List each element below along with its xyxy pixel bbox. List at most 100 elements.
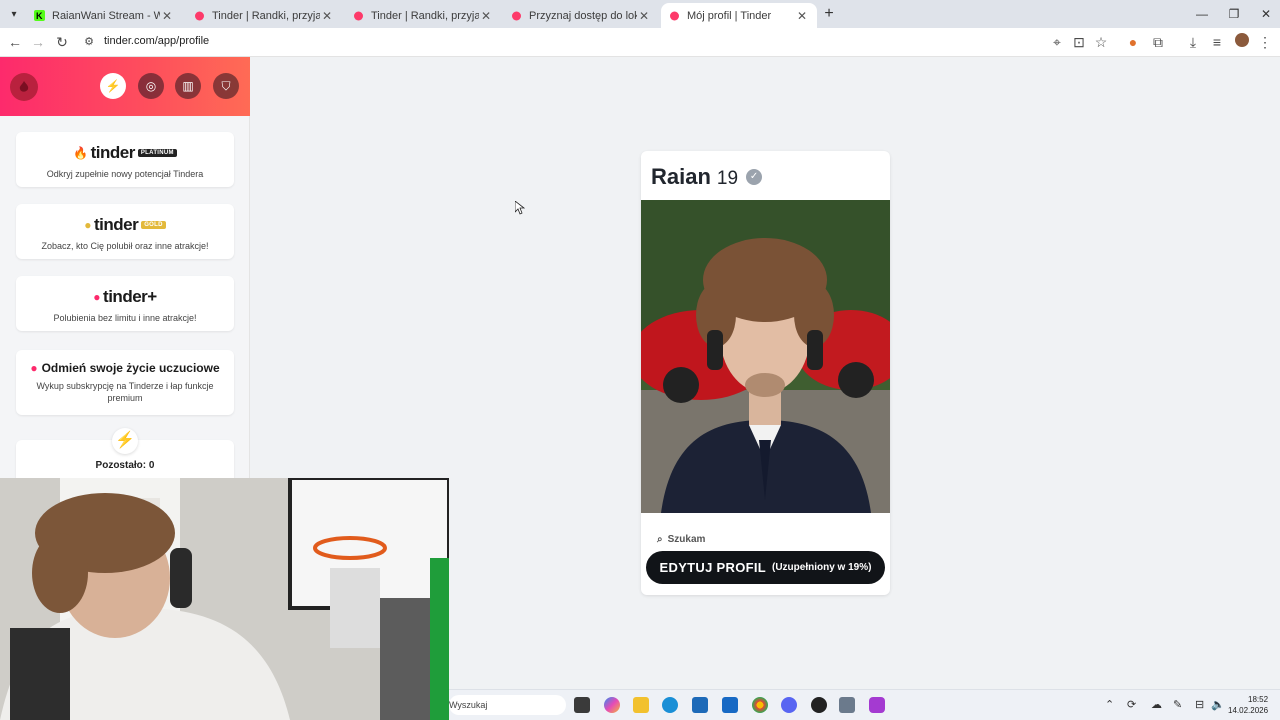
tab-title: Mój profil | Tinder [687,9,772,22]
flame-icon: 🔥 [73,146,88,160]
bookmark-star-icon[interactable]: ☆ [1092,33,1110,51]
chrome-icon[interactable] [752,697,768,713]
minimize-icon[interactable]: — [1192,5,1212,23]
tab-close-icon[interactable]: ✕ [160,9,174,23]
tinder-flame-icon [512,11,521,21]
user-avatar[interactable] [10,73,38,101]
tray-chevron-icon[interactable]: ⌃ [1105,698,1114,711]
looking-for-row[interactable]: ⌕ Szukam [657,534,705,545]
site-info-icon[interactable]: ⚙ [80,33,98,51]
camera-icon[interactable] [839,697,855,713]
boost-remaining: Pozostało: 0 [95,460,155,471]
edge-browser-icon[interactable] [662,697,678,713]
tab-location-permission[interactable]: Przyznaj dostęp do lokalizacji u ✕ [503,3,659,28]
taskbar-clock[interactable]: 18:52 14.02.2026 [1228,694,1268,716]
magnifier-icon: ⌕ [657,534,663,545]
tab-close-icon[interactable]: ✕ [320,9,334,23]
outlook-icon[interactable] [722,697,738,713]
task-view-icon[interactable] [574,697,590,713]
onedrive-cloud-icon[interactable]: ☁ [1151,698,1162,711]
profile-completion: (Uzupełniony w 19%) [772,562,872,573]
kebab-menu-icon[interactable]: ⋮ [1256,33,1274,51]
extension-icon[interactable]: ● [1124,33,1142,51]
verified-check-icon: ✓ [746,169,763,185]
card-description: Wykup subskrypcję na Tinderze i łap funk… [36,381,214,403]
new-tab-plus-icon[interactable]: + [821,5,837,23]
network-icon[interactable]: ⊟ [1195,698,1204,711]
obs-icon[interactable] [811,697,827,713]
discord-icon[interactable] [781,697,797,713]
profile-age: 19 [716,168,739,189]
svg-text:K: K [36,11,43,21]
download-icon[interactable]: ⤓ [1184,33,1202,51]
sync-icon[interactable]: ⟳ [1127,698,1136,711]
gold-card[interactable]: ● tinder GOLD Zobacz, kto Cię polubił or… [16,204,234,259]
window-close-icon[interactable]: ✕ [1256,5,1276,23]
address-bar-url[interactable]: tinder.com/app/profile [104,35,209,47]
card-description: Odkryj zupełnie nowy potencjał Tindera [46,169,204,179]
clock-time: 18:52 [1248,695,1269,704]
browser-tabstrip: ▾ K RaianWani Stream - Watch Live ✕ Tind… [0,0,1280,28]
tab-tinder-1[interactable]: Tinder | Randki, przyjaźni, nowe ✕ [186,3,342,28]
sidebar-header: ⚡ ◎ ▥ ⛉ [0,57,250,116]
kick-icon: K [34,10,45,21]
location-pin-icon[interactable]: ⌖ [1048,33,1066,51]
profile-photo-image [641,200,890,513]
purple-app-icon[interactable] [869,697,885,713]
tab-title: Tinder | Randki, przyjaźni, nowe [371,9,479,22]
tab-close-icon[interactable]: ✕ [637,9,651,23]
install-app-icon[interactable]: ⊡ [1070,33,1088,51]
edit-profile-label: EDYTUJ PROFIL [659,560,766,575]
volume-icon[interactable]: 🔈 [1211,698,1225,711]
tinder-flame-icon [354,11,363,21]
tab-my-profile[interactable]: Mój profil | Tinder ✕ [661,3,817,28]
tinder-flame-icon [195,11,204,21]
tab-close-icon[interactable]: ✕ [795,9,809,23]
pen-icon[interactable]: ✎ [1173,698,1182,711]
heading-text: Odmień swoje życie uczuciowe [41,361,220,375]
bolt-icon: ⚡ [112,428,138,454]
media-control-icon[interactable]: ≡ [1208,33,1226,51]
taskbar-search[interactable]: Wyszukaj [449,695,566,715]
tab-search-menu-icon[interactable]: ▾ [6,6,22,22]
windows-taskbar: Wyszukaj ⌃ ⟳ ☁ ✎ ⊟ 🔈 18:52 14.02.2026 [449,689,1280,720]
brand-name: tinder [90,143,136,162]
subscribe-heading: ● Odmień swoje życie uczuciowe [16,361,234,375]
explore-compass-icon[interactable]: ◎ [138,73,164,99]
subscribe-card[interactable]: ● Odmień swoje życie uczuciowe Wykup sub… [16,350,234,415]
tier-badge: GOLD [141,221,166,229]
puzzle-extensions-icon[interactable]: ⧉ [1149,33,1167,51]
flame-icon: ● [30,361,38,375]
profile-name-row: Raian 19 ✓ [651,164,763,190]
tier-badge: PLATINUM [137,149,177,157]
safety-shield-icon[interactable]: ⛉ [213,73,239,99]
tab-kick-stream[interactable]: K RaianWani Stream - Watch Live ✕ [26,3,182,28]
tinder-flame-icon [19,81,29,92]
clock-date: 14.02.2026 [1228,706,1269,715]
tinder-platinum-logo: 🔥 tinder PLATINUM [16,143,234,163]
store-icon[interactable] [692,697,708,713]
platinum-card[interactable]: 🔥 tinder PLATINUM Odkryj zupełnie nowy p… [16,132,234,187]
webcam-overlay [0,478,449,720]
profile-card: Raian 19 ✓ ⌕ Szukam EDYTUJ PROFIL (Uzupe… [641,151,890,595]
forward-arrow-icon[interactable]: → [29,33,47,51]
plus-card[interactable]: ● tinder+ Polubienia bez limitu i inne a… [16,276,234,331]
webcam-video [0,478,449,720]
copilot-icon[interactable] [604,697,620,713]
mouse-cursor-icon [515,201,525,215]
back-arrow-icon[interactable]: ← [6,33,24,51]
shop-bag-icon[interactable]: ▥ [175,73,201,99]
boost-bolt-icon[interactable]: ⚡ [100,73,126,99]
flame-icon: ● [93,290,101,304]
edit-profile-button[interactable]: EDYTUJ PROFIL (Uzupełniony w 19%) [646,551,885,584]
tinder-flame-icon [670,11,679,21]
reload-icon[interactable]: ↻ [53,33,71,51]
file-explorer-icon[interactable] [633,697,649,713]
restore-icon[interactable]: ❐ [1224,5,1244,23]
tab-title: RaianWani Stream - Watch Live [52,9,160,22]
tab-tinder-2[interactable]: Tinder | Randki, przyjaźni, nowe ✕ [345,3,501,28]
profile-avatar-icon[interactable] [1233,33,1251,51]
profile-photo[interactable] [641,200,890,513]
tab-close-icon[interactable]: ✕ [479,9,493,23]
brand-name: tinder [93,215,139,234]
